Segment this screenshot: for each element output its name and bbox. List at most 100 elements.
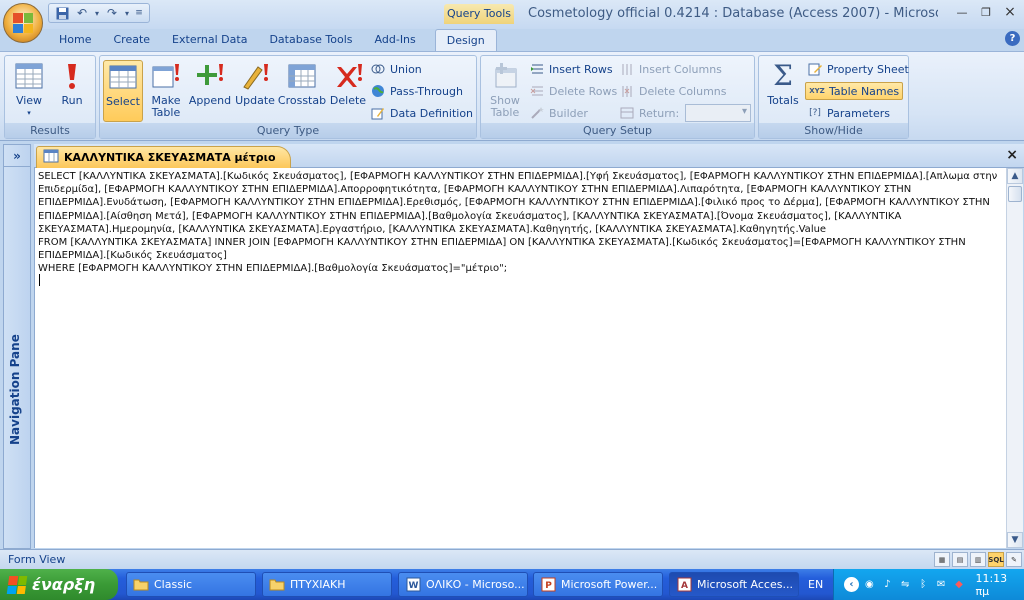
windows-flag-icon — [6, 575, 28, 594]
undo-icon[interactable]: ↶ — [73, 5, 91, 21]
datasheet-view-icon[interactable]: ▦ — [934, 552, 950, 567]
table-names-icon: XYZ — [809, 87, 825, 95]
redo-icon[interactable]: ↷ — [103, 5, 121, 21]
data-definition-button[interactable]: Data Definition — [370, 104, 473, 122]
show-table-icon — [489, 60, 521, 92]
taskbar-item-classic[interactable]: Classic — [126, 572, 256, 597]
sql-view-icon[interactable]: SQL — [988, 552, 1004, 567]
make-table-button[interactable]: Make Table — [146, 60, 186, 122]
sql-text[interactable]: SELECT [ΚΑΛΛΥΝΤΙΚΑ ΣΚΕΥΑΣΜΑΤΑ].[Κωδικός … — [38, 170, 1003, 276]
tray-expand-icon[interactable]: ‹ — [844, 577, 859, 592]
delete-columns-button[interactable]: Delete Columns — [619, 82, 727, 100]
tab-external-data[interactable]: External Data — [161, 29, 258, 51]
design-view-icon[interactable]: ✎ — [1006, 552, 1022, 567]
union-button[interactable]: Union — [370, 60, 422, 78]
nav-pane-toggle-icon[interactable]: » — [4, 145, 30, 167]
help-icon[interactable]: ? — [1005, 31, 1020, 46]
taskbar-item-access[interactable]: A Microsoft Acces... — [669, 572, 799, 597]
view-button[interactable]: View ▾ — [9, 60, 49, 122]
insert-columns-button[interactable]: Insert Columns — [619, 60, 722, 78]
vertical-scrollbar[interactable]: ▲ ▼ — [1006, 168, 1023, 548]
status-text: Form View — [8, 553, 66, 566]
taskbar-item-label: Microsoft Power... — [561, 578, 658, 591]
start-label: έναρξη — [32, 575, 96, 594]
append-label: Append — [188, 94, 232, 107]
delete-rows-button[interactable]: Delete Rows — [529, 82, 617, 100]
word-icon: W — [405, 577, 421, 593]
taskbar-item-label: ΠΤΥΧΙΑΚΗ — [290, 578, 346, 591]
language-indicator[interactable]: EN — [808, 578, 823, 591]
network-icon[interactable]: ◉ — [862, 577, 877, 592]
minimize-icon[interactable]: — — [952, 3, 972, 21]
window-title: Cosmetology official 0.4214 : Database (… — [528, 6, 938, 21]
close-icon[interactable]: × — [1000, 3, 1020, 21]
text-caret — [39, 274, 40, 286]
insert-rows-button[interactable]: Insert Rows — [529, 60, 613, 78]
return-dropdown[interactable] — [685, 104, 751, 122]
taskbar-item-label: ΟΛΙΚΟ - Microso... — [426, 578, 525, 591]
crosstab-icon — [286, 60, 318, 92]
tab-add-ins[interactable]: Add-Ins — [364, 29, 427, 51]
navigation-pane[interactable]: » Navigation Pane — [3, 144, 31, 549]
update-icon — [239, 60, 271, 92]
delete-columns-label: Delete Columns — [639, 84, 727, 98]
property-sheet-button[interactable]: Property Sheet — [807, 60, 909, 78]
append-button[interactable]: Append — [188, 60, 232, 122]
insert-rows-label: Insert Rows — [549, 62, 613, 76]
union-label: Union — [390, 62, 422, 76]
scroll-thumb[interactable] — [1008, 186, 1022, 202]
update-label: Update — [235, 94, 275, 107]
safely-remove-icon[interactable]: ⇋ — [898, 577, 913, 592]
crosstab-button[interactable]: Crosstab — [278, 60, 326, 122]
mail-icon[interactable]: ✉ — [934, 577, 949, 592]
folder-icon — [269, 577, 285, 593]
document-tab[interactable]: ΚΑΛΛΥΝΤΙΚΑ ΣΚΕΥΑΣΜΑΤΑ μέτριο — [36, 146, 291, 168]
close-document-icon[interactable]: × — [1006, 147, 1018, 163]
pass-through-button[interactable]: Pass-Through — [370, 82, 463, 100]
run-button[interactable]: Run — [53, 60, 91, 122]
tab-design[interactable]: Design — [434, 29, 497, 51]
totals-button[interactable]: Σ Totals — [763, 60, 803, 122]
taskbar-item-ptyxiaki[interactable]: ΠΤΥΧΙΑΚΗ — [262, 572, 392, 597]
return-icon — [619, 105, 635, 121]
delete-label: Delete — [329, 94, 367, 107]
restore-icon[interactable]: ❐ — [976, 3, 996, 21]
sql-editor[interactable]: SELECT [ΚΑΛΛΥΝΤΙΚΑ ΣΚΕΥΑΣΜΑΤΑ].[Κωδικός … — [34, 168, 1006, 548]
scroll-up-icon[interactable]: ▲ — [1007, 168, 1023, 184]
builder-button[interactable]: Builder — [529, 104, 588, 122]
tab-create[interactable]: Create — [102, 29, 161, 51]
tab-home[interactable]: Home — [48, 29, 102, 51]
undo-dropdown-icon[interactable]: ▾ — [93, 5, 101, 21]
save-icon[interactable] — [53, 5, 71, 21]
parameters-button[interactable]: [?] Parameters — [807, 104, 890, 122]
taskbar-item-word[interactable]: W ΟΛΙΚΟ - Microso... — [398, 572, 528, 597]
start-button[interactable]: έναρξη — [0, 569, 118, 600]
office-button[interactable] — [3, 3, 43, 43]
show-table-button[interactable]: Show Table — [485, 60, 525, 122]
scroll-down-icon[interactable]: ▼ — [1007, 532, 1023, 548]
return-label-group: Return: — [619, 104, 679, 122]
tab-database-tools[interactable]: Database Tools — [258, 29, 363, 51]
delete-query-button[interactable]: Delete — [328, 60, 368, 122]
table-names-button[interactable]: XYZ Table Names — [805, 82, 904, 100]
pivotchart-view-icon[interactable]: ▥ — [970, 552, 986, 567]
insert-rows-icon — [529, 61, 545, 77]
document-tab-bar: ΚΑΛΛΥΝΤΙΚΑ ΣΚΕΥΑΣΜΑΤΑ μέτριο × — [34, 144, 1024, 168]
redo-dropdown-icon[interactable]: ▾ — [123, 5, 131, 21]
taskbar-item-label: Classic — [154, 578, 193, 591]
datasheet-view-icon — [13, 60, 45, 92]
customize-icon[interactable]: ≡ — [133, 5, 145, 21]
svg-text:A: A — [681, 581, 688, 591]
select-query-button[interactable]: Select — [103, 60, 143, 122]
speaker-icon[interactable]: ♪ — [880, 577, 895, 592]
delete-columns-icon — [619, 83, 635, 99]
office-logo-icon — [13, 13, 33, 33]
update-button[interactable]: Update — [234, 60, 276, 122]
pivottable-view-icon[interactable]: ▤ — [952, 552, 968, 567]
antivirus-icon[interactable]: ◆ — [952, 577, 967, 592]
run-label: Run — [61, 94, 83, 107]
bluetooth-icon[interactable]: ᛒ — [916, 577, 931, 592]
taskbar-item-label: Microsoft Acces... — [697, 578, 793, 591]
sigma-icon: Σ — [773, 59, 793, 92]
taskbar-item-powerpoint[interactable]: P Microsoft Power... — [533, 572, 663, 597]
